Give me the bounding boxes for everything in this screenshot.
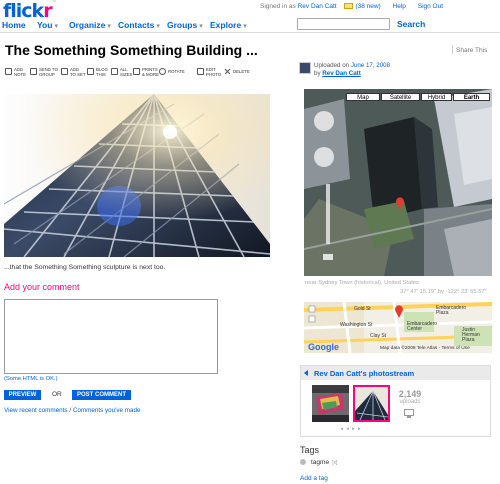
tag-icon xyxy=(300,459,306,465)
comment-textarea[interactable] xyxy=(4,299,218,374)
upload-info: Uploaded on June 17, 2008 by Rev Dan Cat… xyxy=(314,62,391,77)
nav-home[interactable]: Home xyxy=(2,20,26,30)
signed-in-label: Signed in as xyxy=(260,3,296,10)
chevron-down-icon[interactable]: ▾ xyxy=(156,23,160,30)
edit-icon xyxy=(197,68,204,75)
photostream-thumbnail-previous[interactable] xyxy=(312,385,349,422)
chevron-down-icon[interactable]: ▾ xyxy=(107,23,111,30)
prints-icon xyxy=(133,68,140,75)
street-label-gold: Gold St xyxy=(354,306,371,312)
map-tab-earth[interactable]: Earth xyxy=(453,93,490,101)
username-link[interactable]: Rev Dan Catt xyxy=(298,3,337,10)
nav-contacts[interactable]: Contacts ▾ xyxy=(118,20,160,30)
upload-date-link[interactable]: June 17, 2008 xyxy=(351,62,390,69)
main-nav: Home You ▾ Organize ▾ Contacts ▾ Groups ▾ Ex… xyxy=(0,16,500,33)
photostream-header: Rev Dan Catt's photostream xyxy=(301,366,490,380)
html-note: (Some HTML is OK.) xyxy=(4,376,58,382)
delete-icon xyxy=(224,68,231,75)
group-icon xyxy=(30,68,37,75)
street-label-justin-herman: Justin Herman Plaza xyxy=(462,327,480,343)
nav-you[interactable]: You ▾ xyxy=(37,20,58,30)
comments-youve-made-link[interactable]: Comments you've made xyxy=(73,407,141,414)
photostream-thumbnail-current[interactable] xyxy=(353,385,390,422)
remove-tag-button[interactable]: [x] xyxy=(332,460,337,466)
photo-toolbar: ADD NOTE SEND TO GROUP ADD TO SET BLOG T… xyxy=(5,67,275,81)
sizes-icon xyxy=(111,68,118,75)
search-input[interactable] xyxy=(297,18,390,30)
note-icon xyxy=(5,68,12,75)
view-recent-comments-link[interactable]: View recent comments xyxy=(4,407,68,414)
chevron-down-icon[interactable]: ▾ xyxy=(54,23,58,30)
rotate-icon xyxy=(159,68,166,75)
photostream-nav-arrows[interactable]: ◂ ◂ ▸ ▸ xyxy=(312,426,390,432)
mail-count-link[interactable]: (38 new) xyxy=(355,3,380,10)
or-label: OR xyxy=(52,391,62,398)
post-comment-button[interactable]: POST COMMENT xyxy=(72,390,131,400)
street-label-embarcadero-center: Embarcadero Center xyxy=(407,321,438,332)
share-this-button[interactable]: Share This xyxy=(452,45,487,54)
nav-organize[interactable]: Organize ▾ xyxy=(69,20,111,30)
photostream-title-link[interactable]: Rev Dan Catt's photostream xyxy=(314,369,414,378)
set-icon xyxy=(61,68,68,75)
chevron-down-icon[interactable]: ▾ xyxy=(199,23,203,30)
sign-out-link[interactable]: Sign Out xyxy=(418,3,443,10)
preview-button[interactable]: PREVIEW xyxy=(4,390,41,400)
photo-caption: ...that the Something Something sculptur… xyxy=(4,264,166,271)
help-link[interactable]: Help xyxy=(393,3,406,10)
tags-heading: Tags xyxy=(300,445,320,455)
street-label-washington: Washington St xyxy=(340,322,373,328)
author-link[interactable]: Rev Dan Catt xyxy=(322,70,361,77)
chevron-down-icon[interactable]: ▾ xyxy=(243,23,247,30)
street-label-embarcadero-plaza: Embarcadero Plaza xyxy=(436,305,467,316)
account-bar: Signed in as Rev Dan Catt (38 new) Help … xyxy=(260,3,443,10)
comment-links: View recent comments / Comments you've m… xyxy=(4,407,141,414)
main-photo[interactable] xyxy=(4,94,270,257)
map-coordinates: 37° 47' 15.19" by -122° 23' 55.57" xyxy=(400,289,487,295)
nav-groups[interactable]: Groups ▾ xyxy=(167,20,203,30)
photo-title: The Something Something Building ... xyxy=(5,42,258,58)
avatar[interactable] xyxy=(299,62,311,74)
slideshow-icon[interactable] xyxy=(404,409,414,418)
satellite-map[interactable]: Map Satellite Hybrid Earth xyxy=(304,89,492,276)
street-map[interactable]: Gold St Washington St Clay St Embarcader… xyxy=(304,302,492,353)
map-tab-hybrid[interactable]: Hybrid xyxy=(421,93,452,101)
photostream-widget: Rev Dan Catt's photostream ◂ ◂ ▸ ▸ 2,149… xyxy=(300,365,491,437)
nav-explore[interactable]: Explore ▾ xyxy=(210,20,247,30)
street-label-clay: Clay St xyxy=(370,333,387,339)
add-tag-link[interactable]: Add a tag xyxy=(300,475,328,482)
blog-icon xyxy=(87,68,94,75)
map-tab-satellite[interactable]: Satellite xyxy=(381,93,420,101)
mail-icon[interactable] xyxy=(344,3,354,9)
add-comment-heading: Add your comment xyxy=(4,282,80,292)
tag-item: tagme [x] xyxy=(300,459,337,466)
tag-link[interactable]: tagme xyxy=(311,459,329,466)
upload-label: uploads xyxy=(399,399,421,405)
map-copyright: Map data ©2008 Tele Atlas · Terms of Use xyxy=(380,346,470,351)
collapse-arrow-icon[interactable] xyxy=(304,370,308,376)
map-location: near Sydney Town (historical), United St… xyxy=(305,280,419,286)
upload-count: 2,149 xyxy=(398,389,422,399)
search-button[interactable]: Search xyxy=(397,19,425,29)
google-logo: Google xyxy=(308,342,339,352)
map-tab-map[interactable]: Map xyxy=(346,93,380,101)
